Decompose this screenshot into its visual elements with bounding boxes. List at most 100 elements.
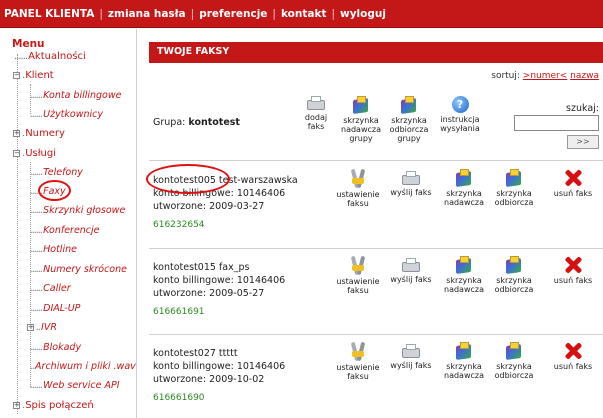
search-label: szukaj: — [566, 103, 599, 114]
fax-icon — [306, 96, 326, 111]
fax-number[interactable]: 616661690 — [153, 392, 285, 405]
fax-row: kontotest015 fax_ps konto billingowe: 10… — [153, 261, 285, 319]
group-inbox-button[interactable]: skrzynka odbiorcza grupy — [387, 96, 431, 143]
fax-icon — [401, 171, 421, 186]
fax-outbox-button[interactable]: skrzynka nadawcza — [442, 169, 486, 207]
sort-controls: sortuj: >numer< nazwa — [491, 71, 599, 81]
expand-icon[interactable]: + — [27, 324, 34, 331]
inbox-icon — [400, 96, 418, 115]
fax-row: kontotest027 ttttt konto billingowe: 101… — [153, 347, 285, 405]
fax-created: utworzone: 2009-05-27 — [153, 288, 265, 299]
sidebar-item-konta-billingowe[interactable]: ...... Konta billingowe — [30, 90, 121, 101]
page-title: TWOJE FAKSY — [157, 46, 230, 57]
fax-settings-button[interactable]: ustawienie faksu — [336, 168, 380, 208]
fax-created: utworzone: 2009-03-27 — [153, 201, 265, 212]
settings-icon — [350, 168, 366, 189]
expand-icon[interactable]: + — [13, 402, 20, 409]
outbox-icon — [352, 96, 370, 115]
sidebar-item-aktualnosci[interactable]: ...... Aktualności — [14, 51, 86, 62]
section-header: TWOJE FAKSY — [149, 42, 603, 63]
nav-separator: | — [99, 8, 103, 20]
expand-icon[interactable]: + — [13, 130, 20, 137]
sidebar-item-caller[interactable]: ...... Caller — [30, 283, 71, 294]
settings-icon — [350, 255, 366, 276]
sidebar-item-hotline[interactable]: ...... Hotline — [30, 244, 77, 255]
add-fax-button[interactable]: dodaj faks — [302, 96, 330, 131]
fax-number[interactable]: 616661691 — [153, 306, 285, 319]
fax-inbox-button[interactable]: skrzynka odbiorcza — [492, 342, 536, 380]
inbox-icon — [505, 342, 523, 361]
fax-name: kontotest027 ttttt — [153, 348, 238, 359]
help-icon: ? — [451, 96, 469, 113]
row-divider — [149, 334, 603, 335]
sidebar-item-ivr[interactable]: +.. IVR — [27, 322, 57, 333]
preferences-link[interactable]: preferencje — [199, 8, 267, 20]
sidebar-item-spis-polaczen[interactable]: +. Spis połączeń — [13, 400, 94, 411]
nav-separator: | — [331, 8, 336, 20]
send-fax-button[interactable]: wyślij faks — [388, 258, 434, 284]
sidebar-item-uzytkownicy[interactable]: ...... Użytkownicy — [30, 109, 103, 120]
fax-inbox-button[interactable]: skrzynka odbiorcza — [492, 169, 536, 207]
sidebar-item-blokady[interactable]: ...... Blokady — [30, 342, 81, 353]
highlight-circle — [146, 164, 230, 194]
row-divider — [149, 160, 603, 161]
sidebar-item-skrzynki-glosowe[interactable]: ...... Skrzynki głosowe — [30, 205, 125, 216]
tree-guide-line — [17, 54, 18, 414]
inbox-icon — [505, 169, 523, 188]
fax-account: konto billingowe: 10146406 — [153, 361, 286, 372]
fax-icon — [401, 344, 421, 359]
fax-outbox-button[interactable]: skrzynka nadawcza — [442, 256, 486, 294]
row-divider — [149, 248, 603, 249]
change-password-link[interactable]: zmiana hasła — [108, 8, 186, 20]
sidebar-item-numery-skrocone[interactable]: ...... Numery skrócone — [30, 264, 127, 275]
sidebar-item-uslugi[interactable]: −. Usługi — [13, 148, 56, 159]
fax-settings-button[interactable]: ustawienie faksu — [336, 341, 380, 381]
sort-by-name-link[interactable]: nazwa — [570, 71, 599, 81]
menu-title: Menu — [12, 38, 45, 50]
main-content: TWOJE FAKSY sortuj: >numer< nazwa Grupa:… — [141, 29, 603, 418]
sort-by-number-link[interactable]: >numer< — [523, 71, 568, 81]
delete-fax-button[interactable]: usuń faks — [551, 342, 595, 371]
search-button[interactable]: >> — [567, 135, 599, 149]
panel-link[interactable]: PANEL KLIENTA — [4, 8, 94, 20]
fax-created: utworzone: 2009-10-02 — [153, 374, 265, 385]
outbox-icon — [455, 342, 473, 361]
sidebar-item-archiwum[interactable]: .. Archiwum i pliki .wav — [30, 361, 136, 372]
highlight-circle — [38, 180, 71, 201]
contact-link[interactable]: kontakt — [281, 8, 327, 20]
inbox-icon — [505, 256, 523, 275]
fax-icon — [401, 258, 421, 273]
sidebar-item-klient[interactable]: −. Klient — [13, 70, 54, 81]
send-fax-button[interactable]: wyślij faks — [388, 344, 434, 370]
delete-fax-button[interactable]: usuń faks — [551, 169, 595, 198]
group-outbox-button[interactable]: skrzynka nadawcza grupy — [339, 96, 383, 143]
fax-outbox-button[interactable]: skrzynka nadawcza — [442, 342, 486, 380]
collapse-icon[interactable]: − — [13, 150, 20, 157]
fax-settings-button[interactable]: ustawienie faksu — [336, 255, 380, 295]
delete-icon — [564, 342, 582, 360]
sidebar-item-telefony[interactable]: ...... Telefony — [30, 167, 83, 178]
fax-name: kontotest015 fax_ps — [153, 262, 250, 273]
delete-fax-button[interactable]: usuń faks — [551, 256, 595, 285]
search-input[interactable] — [514, 115, 599, 131]
send-fax-button[interactable]: wyślij faks — [388, 171, 434, 197]
outbox-icon — [455, 169, 473, 188]
delete-icon — [564, 169, 582, 187]
delete-icon — [564, 256, 582, 274]
settings-icon — [350, 341, 366, 362]
collapse-icon[interactable]: − — [13, 72, 20, 79]
nav-separator: | — [272, 8, 276, 20]
sending-instructions-button[interactable]: ? instrukcja wysyłania — [437, 96, 483, 133]
fax-number[interactable]: 616232654 — [153, 219, 298, 232]
sidebar-item-dialup[interactable]: ...... DIAL-UP — [30, 303, 80, 314]
logout-link[interactable]: wyloguj — [340, 8, 386, 20]
sidebar-item-konferencje[interactable]: ...... Konferencje — [30, 225, 100, 236]
nav-separator: | — [190, 8, 195, 20]
outbox-icon — [455, 256, 473, 275]
group-name: kontotest — [188, 117, 240, 128]
top-navigation-bar: PANEL KLIENTA | zmiana hasła | preferenc… — [0, 0, 603, 28]
fax-inbox-button[interactable]: skrzynka odbiorcza — [492, 256, 536, 294]
sidebar-item-numery[interactable]: +. Numery — [13, 128, 65, 139]
sidebar-item-web-service[interactable]: ...... Web service API — [30, 380, 120, 391]
fax-account: konto billingowe: 10146406 — [153, 275, 286, 286]
